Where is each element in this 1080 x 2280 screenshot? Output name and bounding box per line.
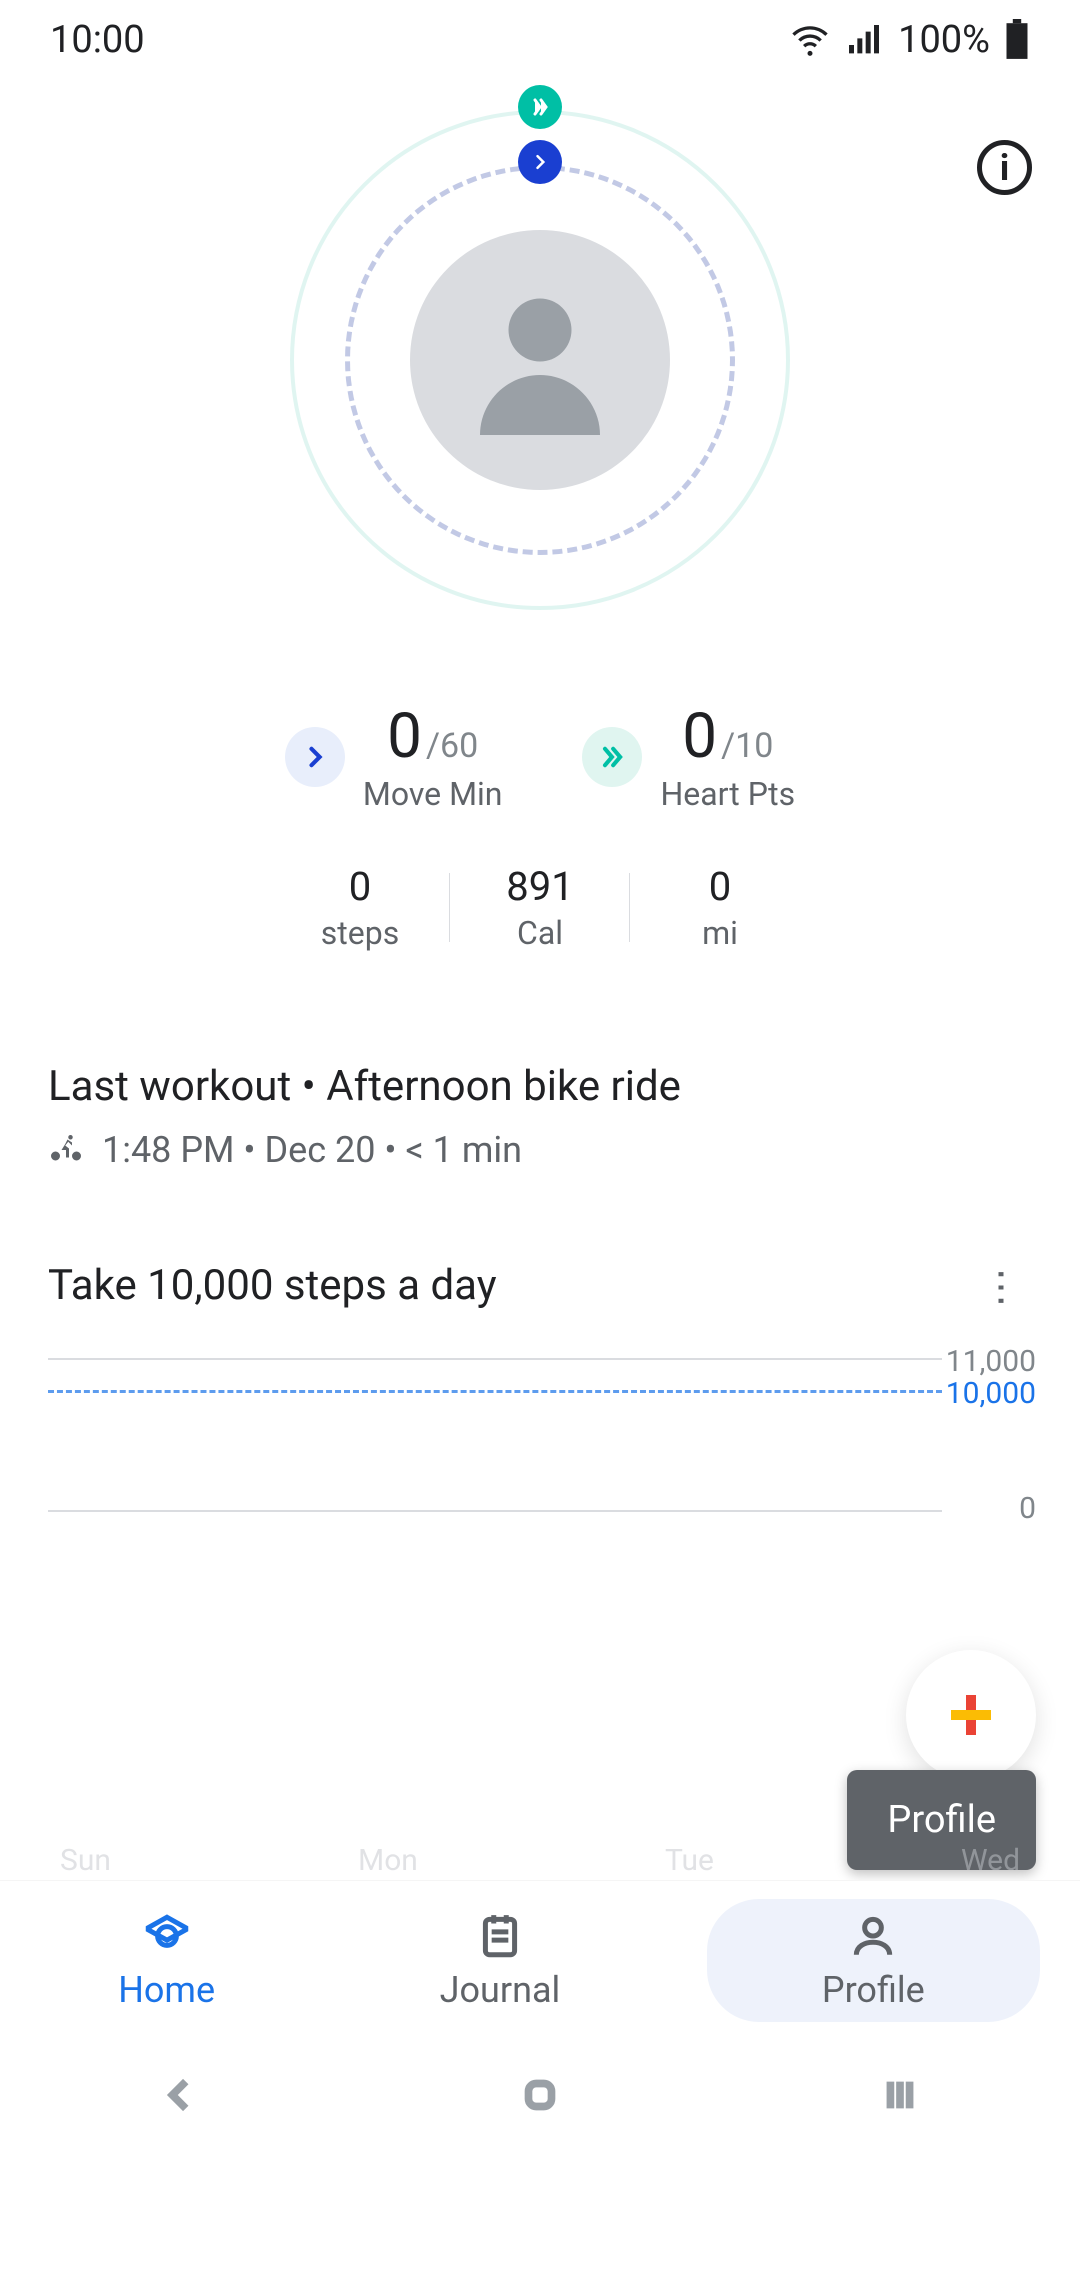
battery-percent: 100% [898, 18, 990, 62]
nav-home[interactable]: Home [0, 1881, 333, 2040]
activity-rings[interactable] [290, 110, 790, 610]
home-system-icon[interactable] [517, 2072, 563, 2118]
move-min-label: Move Min [363, 775, 503, 813]
goal-title: Take 10,000 steps a day [48, 1261, 497, 1310]
heart-pts-label: Heart Pts [660, 775, 795, 813]
axis-goal-label: 10,000 [946, 1376, 1036, 1411]
heart-points-metric[interactable]: 0/10 Heart Pts [582, 700, 795, 813]
nav-journal[interactable]: Journal [333, 1881, 666, 2040]
info-button[interactable]: i [977, 140, 1032, 195]
cal-label: Cal [450, 914, 630, 952]
move-min-goal: /60 [426, 726, 478, 766]
recents-icon[interactable] [877, 2072, 923, 2118]
axis-mid-label: 0 [1019, 1491, 1036, 1526]
double-chevron-icon [582, 727, 642, 787]
mi-label: mi [630, 914, 810, 952]
system-nav-bar [0, 2040, 1080, 2150]
heart-points-badge-icon [518, 85, 562, 129]
axis-top-label: 11,000 [946, 1344, 1036, 1379]
chart-day-labels: Sun Mon Tue Wed [60, 1843, 1020, 1878]
home-icon [142, 1911, 192, 1961]
wifi-icon [790, 20, 830, 60]
move-minutes-badge-icon [518, 140, 562, 184]
mi-value: 0 [630, 863, 810, 910]
bike-icon [48, 1132, 84, 1168]
chevron-right-icon [285, 727, 345, 787]
step-goal-card[interactable]: Take 10,000 steps a day ⋯ 11,000 10,000 … [48, 1261, 1032, 1520]
last-workout-title: Last workout • Afternoon bike ride [48, 1062, 1032, 1111]
journal-icon [475, 1911, 525, 1961]
last-workout-subtitle: 1:48 PM • Dec 20 • < 1 min [102, 1129, 522, 1171]
profile-icon [848, 1911, 898, 1961]
add-activity-fab[interactable] [906, 1650, 1036, 1780]
last-workout-card[interactable]: Last workout • Afternoon bike ride 1:48 … [48, 1062, 1032, 1171]
battery-icon [1004, 19, 1030, 61]
nav-profile[interactable]: Profile [707, 1899, 1040, 2022]
bottom-nav: Home Journal Profile [0, 1880, 1080, 2040]
heart-pts-value: 0 [682, 700, 717, 773]
heart-pts-goal: /10 [721, 726, 773, 766]
back-icon[interactable] [157, 2072, 203, 2118]
move-min-value: 0 [387, 700, 422, 773]
goal-chart: 11,000 10,000 0 [48, 1350, 1032, 1520]
status-time: 10:00 [50, 18, 145, 62]
person-icon [450, 270, 630, 450]
avatar[interactable] [410, 230, 670, 490]
steps-value: 0 [270, 863, 450, 910]
status-right: 100% [790, 18, 1030, 62]
cal-value: 891 [450, 863, 630, 910]
plus-icon [966, 1695, 976, 1735]
steps-label: steps [270, 914, 450, 952]
daily-stats[interactable]: 0 steps 891 Cal 0 mi [0, 863, 1080, 952]
signal-icon [844, 20, 884, 60]
status-bar: 10:00 100% [0, 0, 1080, 80]
move-minutes-metric[interactable]: 0/60 Move Min [285, 700, 503, 813]
more-options-button[interactable]: ⋯ [979, 1256, 1026, 1316]
